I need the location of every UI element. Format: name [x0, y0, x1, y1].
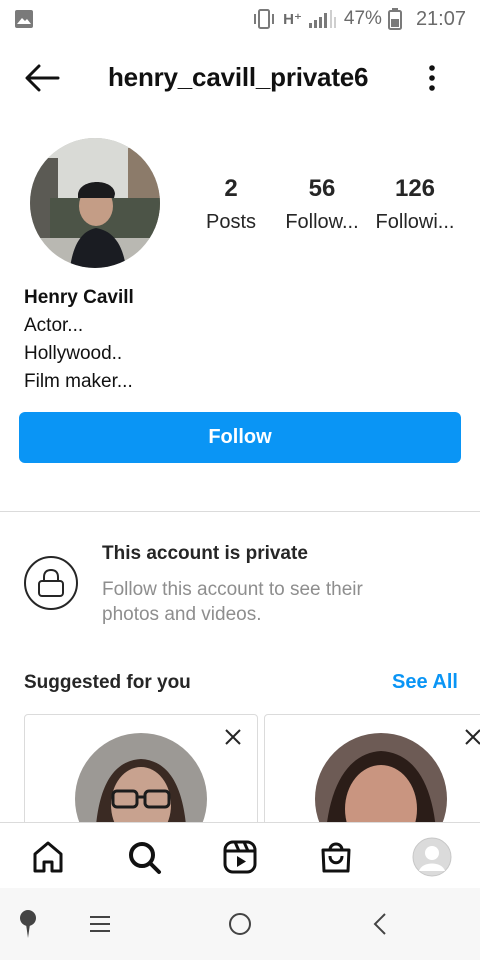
section-divider — [0, 511, 480, 512]
battery-percent: 47% — [343, 8, 382, 29]
recents-button[interactable] — [84, 908, 116, 940]
private-account-description: Follow this account to see their photos … — [102, 579, 363, 625]
assistant-icon — [20, 910, 36, 938]
bio-line: Actor... — [24, 315, 84, 336]
clock: 21:07 — [415, 7, 466, 30]
profile-photo — [30, 138, 160, 268]
network-type: H⁺ — [283, 11, 302, 28]
status-bar: H⁺ 47% 21:07 — [0, 0, 480, 38]
profile-avatar — [412, 837, 452, 877]
more-options-button[interactable] — [420, 62, 444, 94]
shop-icon — [321, 842, 351, 873]
close-icon — [225, 729, 241, 745]
reels-icon — [223, 840, 257, 874]
see-all-link[interactable]: See All — [392, 671, 458, 694]
system-navigation — [0, 888, 480, 960]
assistant-button[interactable] — [12, 908, 44, 940]
home-circle-icon — [229, 913, 251, 935]
vibrate-icon — [254, 9, 275, 29]
arrow-left-icon — [25, 64, 60, 92]
followers-count: 56 — [308, 175, 336, 202]
system-back-button[interactable] — [364, 908, 396, 940]
home-icon — [33, 841, 63, 873]
followers-stat[interactable]: 56 Follow... — [274, 175, 370, 234]
bio-line: Film maker... — [24, 371, 133, 392]
status-left — [14, 9, 34, 29]
battery-icon — [387, 8, 402, 30]
search-icon — [129, 842, 161, 874]
lock-icon — [24, 556, 78, 610]
posts-label: Posts — [205, 211, 257, 233]
recents-icon — [90, 916, 110, 932]
posts-count: 2 — [224, 175, 238, 202]
signal-icon — [308, 10, 336, 28]
profile-username: henry_cavill_private6 — [108, 62, 369, 92]
following-count: 126 — [394, 175, 436, 202]
image-icon — [15, 10, 33, 28]
system-home-button[interactable] — [224, 908, 256, 940]
posts-stat[interactable]: 2 Posts — [183, 175, 279, 234]
back-chevron-icon — [373, 913, 386, 935]
nav-reels[interactable] — [220, 837, 260, 877]
bio-line: Hollywood.. — [24, 343, 123, 364]
profile-avatar-image[interactable] — [30, 138, 160, 268]
nav-home[interactable] — [28, 837, 68, 877]
suggested-heading: Suggested for you — [24, 672, 191, 693]
padlock-glyph — [38, 568, 64, 597]
follow-button[interactable]: Follow — [19, 412, 461, 463]
nav-profile[interactable] — [412, 837, 452, 877]
close-icon — [465, 729, 480, 745]
status-right: H⁺ 47% 21:07 — [251, 8, 466, 31]
more-vertical-icon — [429, 65, 435, 91]
dismiss-suggestion-button[interactable] — [461, 725, 480, 749]
nav-shop[interactable] — [316, 837, 356, 877]
profile-header: henry_cavill_private6 — [0, 50, 480, 106]
back-button[interactable] — [22, 62, 62, 94]
private-account-title: This account is private — [102, 543, 308, 564]
dismiss-suggestion-button[interactable] — [221, 725, 245, 749]
following-label: Followi... — [375, 211, 455, 233]
followers-label: Follow... — [285, 211, 359, 233]
following-stat[interactable]: 126 Followi... — [367, 175, 463, 234]
profile-bio: Henry Cavill Actor... Hollywood.. Film m… — [24, 284, 134, 396]
bottom-navigation — [0, 822, 480, 888]
nav-search[interactable] — [124, 837, 164, 877]
profile-full-name: Henry Cavill — [24, 287, 134, 308]
